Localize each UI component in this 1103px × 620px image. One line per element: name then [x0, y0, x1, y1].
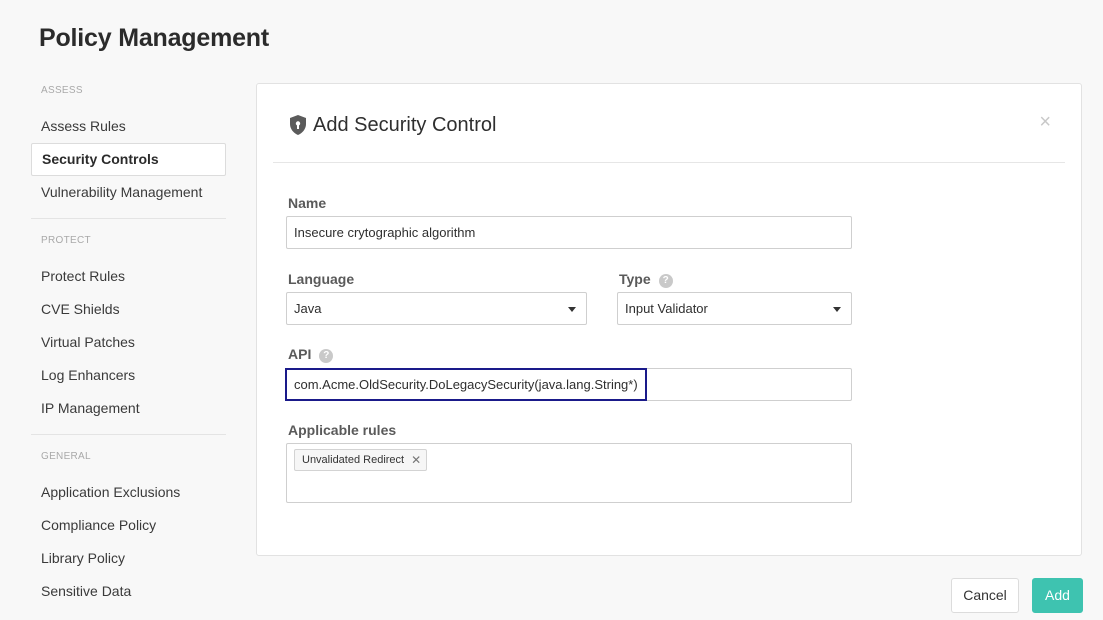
help-icon[interactable]: ? — [319, 349, 334, 363]
section-header-assess: ASSESS — [41, 85, 83, 96]
section-header-protect: PROTECT — [41, 235, 91, 246]
sidebar-divider — [31, 434, 226, 435]
sidebar-item-ip-management[interactable]: IP Management — [31, 392, 226, 425]
rule-tag-label: Unvalidated Redirect — [302, 454, 405, 466]
name-label-text: Name — [288, 195, 327, 211]
cancel-button[interactable]: Cancel — [951, 578, 1019, 613]
api-input-value: com.Acme.OldSecurity.DoLegacySecurity(ja… — [285, 368, 647, 401]
sidebar-item-library-policy[interactable]: Library Policy — [31, 542, 226, 575]
rule-tag: Unvalidated Redirect ✕ — [294, 449, 428, 471]
language-select[interactable]: Java — [286, 292, 587, 325]
add-security-control-dialog: Add Security Control × Name Insecure cry… — [256, 83, 1082, 556]
sidebar-item-application-exclusions[interactable]: Application Exclusions — [31, 476, 226, 509]
close-icon[interactable]: ✕ — [411, 450, 421, 470]
help-icon[interactable]: ? — [658, 274, 673, 288]
section-header-general: GENERAL — [41, 451, 91, 462]
api-label-text: API — [288, 346, 312, 362]
applicable-rules-label: Applicable rules — [288, 422, 396, 438]
sidebar: ASSESS Assess Rules Security Controls Vu… — [31, 80, 226, 608]
sidebar-item-assess-rules[interactable]: Assess Rules — [31, 110, 226, 143]
language-select-value: Java — [294, 301, 322, 316]
sidebar-item-compliance-policy[interactable]: Compliance Policy — [31, 509, 226, 542]
sidebar-item-log-enhancers[interactable]: Log Enhancers — [31, 359, 226, 392]
name-input[interactable]: Insecure crytographic algorithm — [286, 216, 852, 249]
chevron-down-icon — [568, 307, 576, 312]
type-select-value: Input Validator — [625, 301, 708, 316]
sidebar-item-vulnerability-management[interactable]: Vulnerability Management — [31, 176, 226, 209]
dialog-title: Add Security Control — [313, 114, 497, 136]
sidebar-divider — [31, 218, 226, 219]
api-label: API? — [288, 346, 334, 363]
sidebar-item-sensitive-data[interactable]: Sensitive Data — [31, 575, 226, 608]
close-icon[interactable]: × — [1039, 112, 1051, 132]
chevron-down-icon — [833, 307, 841, 312]
sidebar-item-virtual-patches[interactable]: Virtual Patches — [31, 326, 226, 359]
sidebar-item-security-controls[interactable]: Security Controls — [31, 143, 226, 176]
dialog-header: Add Security Control × — [273, 84, 1065, 163]
sidebar-item-cve-shields[interactable]: CVE Shields — [31, 293, 226, 326]
sidebar-item-protect-rules[interactable]: Protect Rules — [31, 260, 226, 293]
type-select[interactable]: Input Validator — [617, 292, 852, 325]
type-label-text: Type — [619, 271, 651, 287]
applicable-rules-input[interactable]: Unvalidated Redirect ✕ — [286, 443, 852, 503]
shield-icon — [290, 115, 306, 135]
type-label: Type? — [619, 271, 673, 288]
api-input[interactable]: com.Acme.OldSecurity.DoLegacySecurity(ja… — [285, 368, 852, 401]
page-title: Policy Management — [39, 24, 269, 52]
applicable-rules-label-text: Applicable rules — [288, 422, 397, 438]
name-label: Name — [288, 195, 326, 211]
language-label-text: Language — [288, 271, 355, 287]
add-button[interactable]: Add — [1032, 578, 1083, 613]
language-label: Language — [288, 271, 354, 287]
